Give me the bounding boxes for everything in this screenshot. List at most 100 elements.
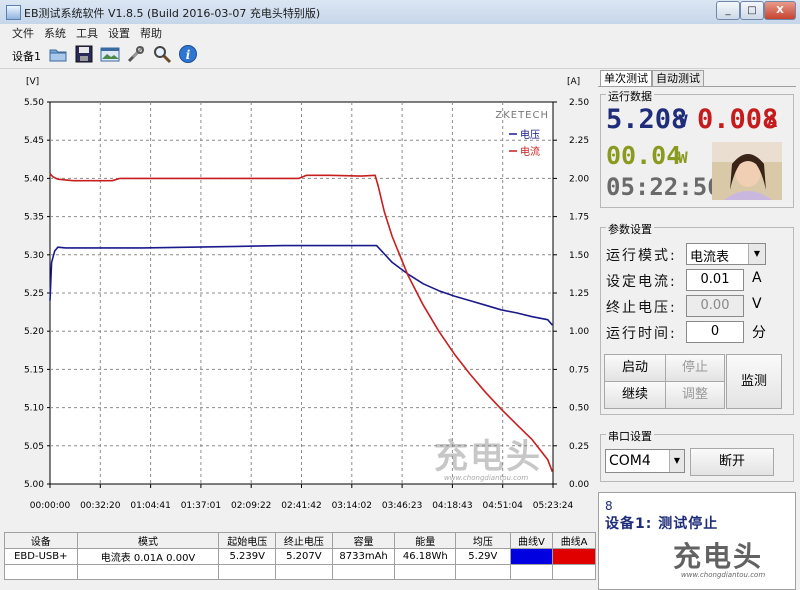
end-voltage-label: 终止电压:: [606, 300, 677, 316]
serial-title: 串口设置: [606, 428, 654, 444]
y-left-tick-label: 5.50: [24, 98, 44, 108]
col-avg-voltage: 均压: [455, 532, 511, 549]
current-set-label: 设定电流:: [606, 274, 677, 290]
chevron-down-icon[interactable]: ▼: [748, 244, 765, 264]
y-right-tick-label: 1.75: [569, 213, 589, 223]
voltage-current-chart: 5.50 2.50 5.45 2.25 5.40 2.00 5.35 1.75 5.30 1.50…: [24, 77, 589, 511]
empty-cell: [552, 564, 596, 580]
start-button[interactable]: 启动: [604, 354, 666, 382]
chart-brand-label: ZKETECH: [495, 110, 549, 121]
device-label: 设备1: [12, 50, 41, 63]
com-port-select[interactable]: COM4 ▼: [605, 449, 685, 473]
x-tick-label: 01:04:41: [130, 501, 170, 511]
close-button[interactable]: X: [764, 1, 796, 20]
voltage-unit: V: [678, 112, 689, 132]
cell-end-voltage: 5.207V: [275, 548, 333, 565]
x-tick-label: 04:18:43: [432, 501, 472, 511]
mode-select[interactable]: 电流表 ▼: [686, 243, 766, 265]
voltage-value: 5.208: [606, 104, 688, 135]
col-start-voltage: 起始电压: [218, 532, 277, 549]
table-row[interactable]: EBD-USB+ 电流表 0.01A 0.00V 5.239V 5.207V 8…: [4, 548, 596, 565]
run-time-input[interactable]: 0: [686, 321, 744, 343]
info-icon[interactable]: i: [178, 44, 198, 64]
save-icon[interactable]: [74, 44, 94, 64]
col-capacity: 容量: [331, 532, 396, 549]
mode-label: 运行模式:: [606, 248, 677, 264]
menu-tools[interactable]: 工具: [76, 25, 98, 41]
y-right-tick-label: 1.50: [569, 251, 589, 261]
title-bar: EB测试系统软件 V1.8.5 (Build 2016-03-07 充电头特别版…: [0, 0, 800, 25]
menu-system[interactable]: 系统: [44, 25, 66, 41]
empty-cell: [4, 564, 78, 580]
cell-start-voltage: 5.239V: [218, 548, 277, 565]
adjust-button[interactable]: 调整: [665, 381, 725, 409]
app-icon: [6, 5, 21, 20]
toolbar: 设备1 i: [0, 40, 800, 69]
curve-v-color-swatch[interactable]: [509, 548, 554, 565]
col-curve-a: 曲线A: [552, 532, 596, 549]
svg-text:i: i: [186, 48, 191, 62]
monitor-button[interactable]: 监测: [726, 354, 782, 409]
window-title: EB测试系统软件 V1.8.5 (Build 2016-03-07 充电头特别版…: [24, 7, 321, 20]
legend-label: 电压: [520, 128, 540, 141]
table-empty-row: [4, 564, 596, 580]
current-unit: A: [767, 112, 778, 132]
y-left-tick-label: 5.15: [24, 365, 44, 375]
empty-cell: [76, 564, 220, 580]
y-left-tick-label: 5.00: [24, 480, 44, 490]
power-unit: W: [678, 148, 688, 167]
current-set-input[interactable]: 0.01: [686, 269, 744, 291]
table-header-row: 设备 模式 起始电压 终止电压 容量 能量 均压 曲线V 曲线A: [4, 532, 596, 549]
y-right-tick-label: 2.25: [569, 136, 589, 146]
zoom-icon[interactable]: [152, 44, 172, 64]
chevron-down-icon[interactable]: ▼: [669, 450, 684, 472]
tools-icon[interactable]: [126, 44, 146, 64]
watermark-site: www.chongdiantou.com: [681, 571, 766, 579]
run-time-label: 运行时间:: [606, 326, 677, 342]
y-right-tick-label: 1.00: [569, 327, 589, 337]
menu-help[interactable]: 帮助: [140, 25, 162, 41]
y-right-tick-label: 2.00: [569, 174, 589, 184]
power-value: 00.04: [606, 141, 682, 170]
y-left-tick-label: 5.45: [24, 136, 44, 146]
empty-cell: [218, 564, 277, 580]
menu-settings[interactable]: 设置: [108, 25, 130, 41]
continue-button[interactable]: 继续: [604, 381, 666, 409]
empty-cell: [331, 564, 396, 580]
cell-mode: 电流表 0.01A 0.00V: [76, 548, 220, 565]
y-right-unit-label: [A]: [567, 77, 580, 87]
y-left-tick-label: 5.35: [24, 213, 44, 223]
disconnect-button[interactable]: 断开: [690, 448, 774, 476]
user-photo-avatar: [712, 142, 782, 200]
maximize-button[interactable]: □: [740, 1, 764, 20]
y-right-tick-label: 0.75: [569, 365, 589, 375]
empty-cell: [394, 564, 457, 580]
x-tick-label: 00:00:00: [30, 501, 71, 511]
folder-icon[interactable]: [48, 44, 68, 64]
x-tick-label: 04:51:04: [482, 501, 523, 511]
col-device: 设备: [4, 532, 78, 549]
x-tick-label: 02:41:42: [281, 501, 321, 511]
y-left-tick-label: 5.05: [24, 442, 44, 452]
y-left-tick-label: 5.30: [24, 251, 44, 261]
stop-button[interactable]: 停止: [665, 354, 725, 382]
tab-single-test[interactable]: 单次测试: [600, 70, 652, 87]
empty-cell: [509, 564, 554, 580]
elapsed-time: 05:22:56: [606, 173, 722, 201]
com-port-value: COM4: [609, 453, 651, 469]
cell-capacity: 8733mAh: [331, 548, 396, 565]
tab-auto-test[interactable]: 自动测试: [652, 70, 704, 86]
minimize-button[interactable]: _: [716, 1, 740, 20]
end-voltage-input[interactable]: 0.00: [686, 295, 744, 317]
y-right-tick-label: 1.25: [569, 289, 589, 299]
y-right-tick-label: 0.25: [569, 442, 589, 452]
curve-a-color-swatch[interactable]: [552, 548, 596, 565]
col-mode: 模式: [76, 532, 220, 549]
y-right-tick-label: 0.50: [569, 404, 589, 414]
image-icon[interactable]: [100, 44, 120, 64]
x-tick-label: 05:23:24: [533, 501, 574, 511]
menu-file[interactable]: 文件: [12, 25, 34, 41]
empty-cell: [275, 564, 333, 580]
y-right-tick-label: 0.00: [569, 480, 589, 490]
end-voltage-unit: V: [752, 296, 762, 312]
